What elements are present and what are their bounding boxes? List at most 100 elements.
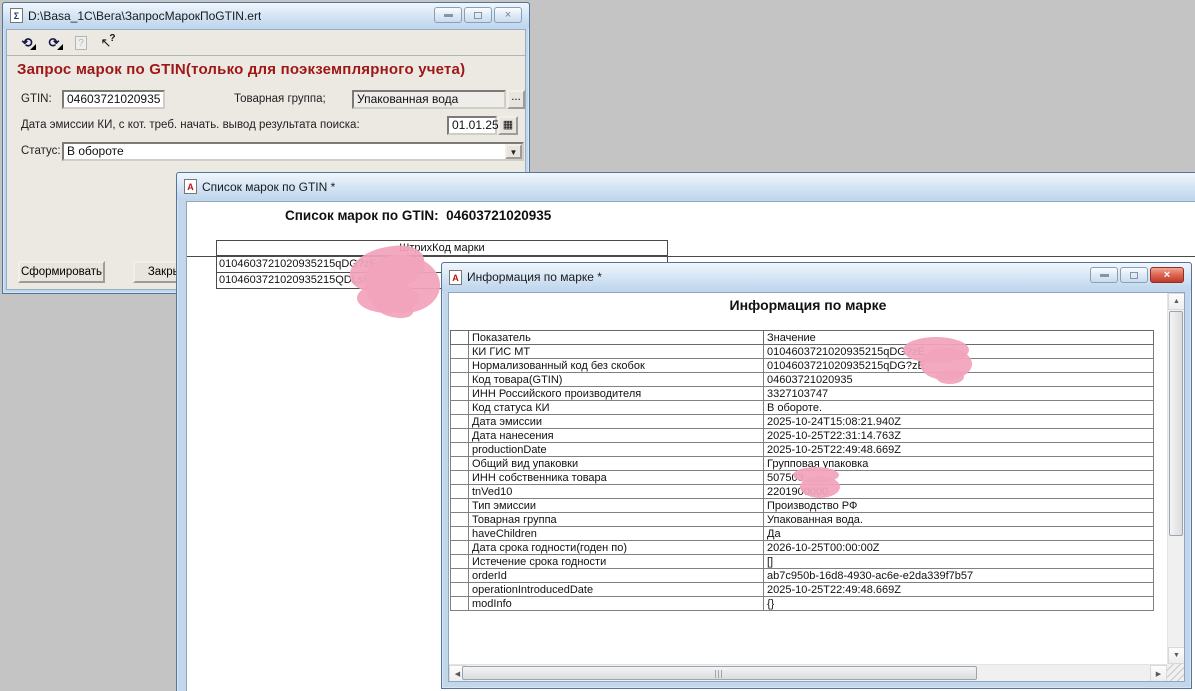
status-label: Статус: [21, 145, 61, 157]
window2-titlebar[interactable]: A Список марок по GTIN * [177, 173, 1195, 200]
info-value: ab7c950b-16d8-4930-ac6e-e2da339f7b57 [764, 569, 1154, 583]
info-value: 2025-10-25T22:31:14.763Z [764, 429, 1154, 443]
info-row[interactable]: productionDate 2025-10-25T22:49:48.669Z [451, 443, 1154, 457]
info-value: {} [764, 597, 1154, 611]
row-selector[interactable] [451, 401, 469, 415]
row-selector[interactable] [451, 583, 469, 597]
info-row[interactable]: КИ ГИС МТ 0104603721020935215qDG?zE [451, 345, 1154, 359]
info-key: modInfo [469, 597, 764, 611]
list-column-header[interactable]: ШтрихКод марки [216, 240, 668, 256]
info-value: 04603721020935 [764, 373, 1154, 387]
generate-button[interactable]: Сформировать [18, 261, 105, 283]
info-row[interactable]: Общий вид упаковки Групповая упаковка [451, 457, 1154, 471]
context-help-icon[interactable]: ↖ ? [98, 34, 118, 52]
row-selector[interactable] [451, 513, 469, 527]
info-row[interactable]: Код статуса КИ В обороте. [451, 401, 1154, 415]
info-row[interactable]: modInfo {} [451, 597, 1154, 611]
window3-titlebar[interactable]: A Информация по марке * × [442, 263, 1191, 291]
info-row[interactable]: Истечение срока годности [] [451, 555, 1154, 569]
info-row[interactable]: Дата эмиссии 2025-10-24T15:08:21.940Z [451, 415, 1154, 429]
row-selector[interactable] [451, 429, 469, 443]
row-selector[interactable] [451, 485, 469, 499]
row-selector[interactable] [451, 415, 469, 429]
selector-corner [451, 331, 469, 345]
info-key: ИНН собственника товара [469, 471, 764, 485]
info-key: Общий вид упаковки [469, 457, 764, 471]
row-selector[interactable] [451, 499, 469, 513]
info-row[interactable]: Нормализованный код без скобок 010460372… [451, 359, 1154, 373]
row-selector[interactable] [451, 569, 469, 583]
info-row[interactable]: haveChildren Да [451, 527, 1154, 541]
info-row[interactable]: tnVed10 2201900000 [451, 485, 1154, 499]
minimize-button[interactable] [434, 7, 462, 23]
scroll-right-icon[interactable]: ▶ [1150, 665, 1167, 682]
resize-grip[interactable] [1167, 664, 1184, 681]
info-row[interactable]: operationIntroducedDate 2025-10-25T22:49… [451, 583, 1154, 597]
info-row[interactable]: Дата нанесения 2025-10-25T22:31:14.763Z [451, 429, 1154, 443]
row-selector[interactable] [451, 443, 469, 457]
row-selector[interactable] [451, 541, 469, 555]
info-row[interactable]: Дата срока годности(годен по) 2026-10-25… [451, 541, 1154, 555]
row-selector[interactable] [451, 457, 469, 471]
scroll-up-icon[interactable]: ▲ [1168, 293, 1185, 310]
restore-button[interactable] [464, 7, 492, 23]
product-group-picker-button[interactable]: ... [507, 90, 525, 109]
row-selector[interactable] [451, 555, 469, 569]
emission-date-input[interactable]: 01.01.25 [447, 116, 497, 135]
window-mark-info: A Информация по марке * × Информация по … [441, 262, 1192, 689]
column-header-indicator[interactable]: Показатель [469, 331, 764, 345]
info-row[interactable]: Код товара(GTIN) 04603721020935 [451, 373, 1154, 387]
row-selector[interactable] [451, 471, 469, 485]
close-button[interactable]: × [1150, 267, 1184, 283]
info-key: Код статуса КИ [469, 401, 764, 415]
horizontal-scroll-thumb[interactable] [462, 666, 977, 680]
info-key: tnVed10 [469, 485, 764, 499]
section-rotate-left-icon[interactable]: ⟲ [17, 34, 37, 52]
horizontal-scrollbar[interactable]: ◀ ▶ [449, 664, 1167, 681]
info-key: Истечение срока годности [469, 555, 764, 569]
info-row[interactable]: ИНН Российского производителя 3327103747 [451, 387, 1154, 401]
info-row[interactable]: ИНН собственника товара 507503 [451, 471, 1154, 485]
info-key: Товарная группа [469, 513, 764, 527]
status-dropdown[interactable]: В обороте ▼ [62, 142, 524, 161]
info-value: В обороте. [764, 401, 1154, 415]
product-group-field[interactable]: Упакованная вода [352, 90, 506, 109]
info-key: productionDate [469, 443, 764, 457]
vertical-scroll-thumb[interactable] [1169, 311, 1183, 536]
info-value: Производство РФ [764, 499, 1154, 513]
info-key: Дата срока годности(годен по) [469, 541, 764, 555]
scroll-down-icon[interactable]: ▼ [1168, 647, 1185, 664]
info-row[interactable]: Товарная группа Упакованная вода. [451, 513, 1154, 527]
window2-title: Список марок по GTIN * [202, 180, 335, 194]
vertical-scrollbar[interactable]: ▲ ▼ [1167, 293, 1184, 664]
row-selector[interactable] [451, 373, 469, 387]
minimize-button[interactable] [1090, 267, 1118, 283]
section-rotate-right-icon[interactable]: ⟳ [44, 34, 64, 52]
column-header-value[interactable]: Значение [764, 331, 1154, 345]
info-key: Дата нанесения [469, 429, 764, 443]
window1-title: D:\Basa_1C\Вега\ЗапросМарокПоGTIN.ert [28, 9, 261, 23]
info-key: haveChildren [469, 527, 764, 541]
window3-content: Информация по марке Показатель Значение … [448, 292, 1185, 682]
chevron-down-icon[interactable]: ▼ [505, 144, 522, 159]
restore-button[interactable] [1120, 267, 1148, 283]
help-icon: ? [71, 34, 91, 52]
list-heading: Список марок по GTIN: 04603721020935 [285, 208, 551, 223]
info-value: 2025-10-25T22:49:48.669Z [764, 583, 1154, 597]
ert-file-icon: Σ [10, 8, 23, 23]
info-value: Упакованная вода. [764, 513, 1154, 527]
row-selector[interactable] [451, 597, 469, 611]
info-row[interactable]: orderId ab7c950b-16d8-4930-ac6e-e2da339f… [451, 569, 1154, 583]
row-selector[interactable] [451, 527, 469, 541]
row-selector[interactable] [451, 359, 469, 373]
window1-titlebar[interactable]: Σ D:\Basa_1C\Вега\ЗапросМарокПоGTIN.ert … [3, 3, 529, 28]
info-key: Нормализованный код без скобок [469, 359, 764, 373]
row-selector[interactable] [451, 345, 469, 359]
info-key: Код товара(GTIN) [469, 373, 764, 387]
gtin-input[interactable]: 04603721020935 [62, 90, 165, 109]
mark-info-table: Показатель Значение КИ ГИС МТ 0104603721… [450, 330, 1154, 611]
close-button[interactable]: × [494, 7, 522, 23]
row-selector[interactable] [451, 387, 469, 401]
info-row[interactable]: Тип эмиссии Производство РФ [451, 499, 1154, 513]
calendar-icon[interactable]: ▦ [498, 116, 518, 135]
